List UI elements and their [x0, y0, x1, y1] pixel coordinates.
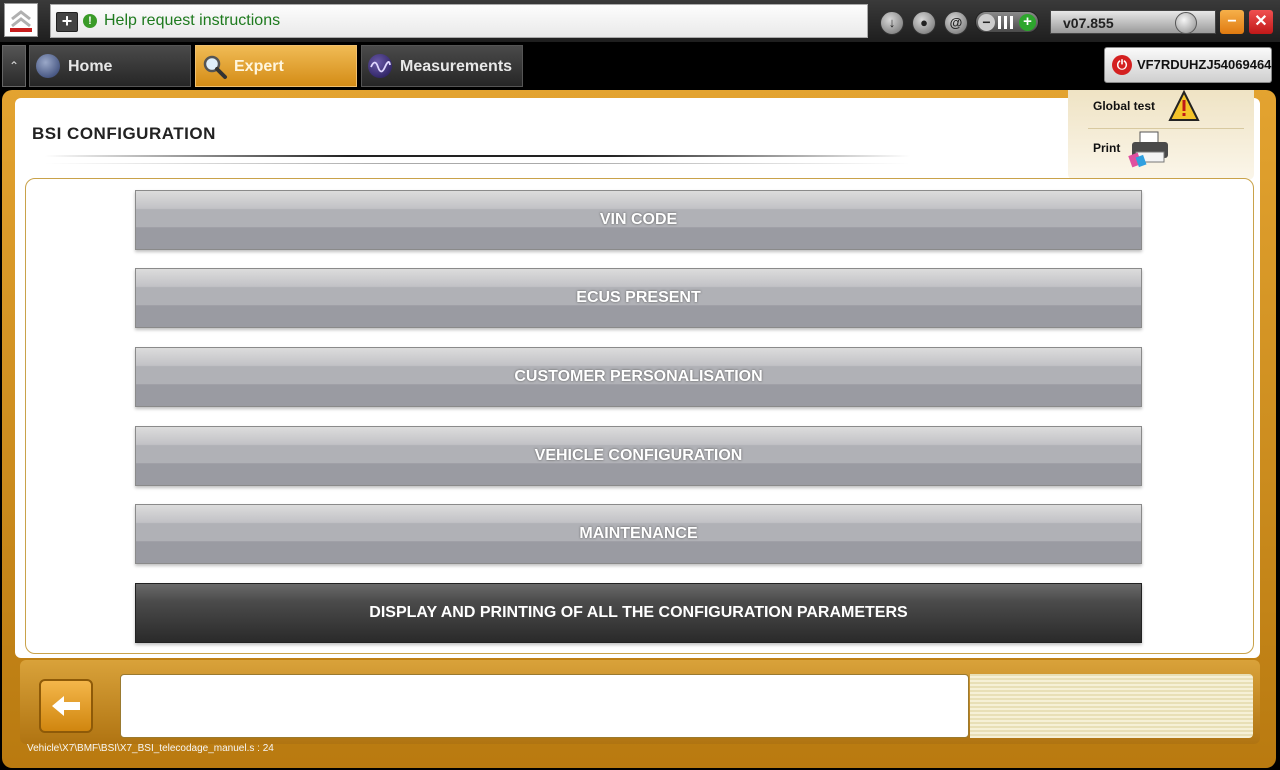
help-request-bar[interactable]: + ! Help request instructions — [50, 4, 868, 38]
menu-ecus-present-button[interactable]: ECUS PRESENT — [135, 268, 1142, 328]
menu-display-printing-button[interactable]: DISPLAY AND PRINTING OF ALL THE CONFIGUR… — [135, 583, 1142, 643]
help-request-text: Help request instructions — [104, 12, 281, 29]
title-divider-secondary — [45, 163, 910, 164]
waveform-icon — [368, 54, 392, 78]
citroen-logo-icon — [4, 3, 38, 37]
minimize-button[interactable]: − — [1220, 10, 1244, 34]
version-text: v07.855 — [1063, 15, 1114, 31]
title-divider — [45, 155, 910, 157]
tab-home-label: Home — [68, 58, 113, 75]
tab-bar: ⌃ Home Expert Measurements ⏻ VF7RDUHZJ54… — [0, 42, 1280, 90]
tab-home[interactable]: Home — [29, 45, 191, 87]
plus-icon[interactable]: + — [56, 12, 78, 32]
download-icon[interactable]: ↓ — [880, 11, 904, 35]
menu-item-label: VIN CODE — [599, 211, 678, 228]
print-button[interactable]: Print — [1093, 141, 1120, 155]
version-display: v07.855 — [1050, 10, 1216, 34]
vin-number: VF7RDUHZJ54069464 — [1137, 57, 1272, 72]
info-icon: ! — [83, 14, 97, 28]
menu-item-label: VEHICLE CONFIGURATION — [534, 447, 743, 464]
at-icon[interactable]: @ — [944, 11, 968, 35]
menu-vehicle-configuration-button[interactable]: VEHICLE CONFIGURATION — [135, 426, 1142, 486]
menu-item-label: ECUS PRESENT — [576, 289, 701, 306]
close-button[interactable]: ✕ — [1249, 10, 1273, 34]
volume-up-icon[interactable]: + — [1019, 14, 1036, 31]
volume-level-icon — [998, 16, 1016, 29]
collapse-tabs-button[interactable]: ⌃ — [2, 45, 26, 87]
volume-down-icon[interactable]: − — [978, 14, 995, 31]
global-test-button[interactable]: Global test — [1093, 99, 1155, 113]
tab-expert-label: Expert — [234, 58, 284, 75]
power-icon[interactable]: ⏻ — [1112, 55, 1132, 75]
page-title: BSI CONFIGURATION — [32, 124, 216, 143]
volume-control[interactable]: − + — [975, 11, 1039, 33]
side-actions-divider — [1088, 128, 1244, 129]
back-arrow-icon — [52, 696, 80, 716]
tab-measurements-label: Measurements — [400, 58, 513, 75]
message-side-panel — [970, 674, 1253, 738]
printer-icon[interactable] — [1128, 130, 1172, 173]
message-area — [120, 674, 969, 738]
back-button[interactable] — [39, 679, 93, 733]
script-path: Vehicle\X7\BMF\BSI\X7_BSI_telecodage_man… — [27, 743, 274, 754]
menu-item-label: MAINTENANCE — [579, 525, 698, 542]
title-bar: + ! Help request instructions ↓ ● @ − + … — [0, 0, 1280, 42]
side-actions-panel: Global test Print — [1068, 89, 1254, 180]
user-icon[interactable]: ● — [912, 11, 936, 35]
menu-item-label: CUSTOMER PERSONALISATION — [514, 368, 763, 385]
menu-maintenance-button[interactable]: MAINTENANCE — [135, 504, 1142, 564]
magnifier-icon — [202, 54, 227, 79]
tab-expert[interactable]: Expert — [195, 45, 357, 87]
vehicle-vin-badge[interactable]: ⏻ VF7RDUHZJ54069464 — [1104, 47, 1272, 83]
home-gauge-icon — [36, 54, 60, 78]
tab-measurements[interactable]: Measurements — [361, 45, 523, 87]
warning-icon[interactable] — [1166, 89, 1202, 127]
menu-vin-code-button[interactable]: VIN CODE — [135, 190, 1142, 250]
menu-customer-personalisation-button[interactable]: CUSTOMER PERSONALISATION — [135, 347, 1142, 407]
knob-icon[interactable] — [1175, 12, 1197, 34]
menu-item-label: DISPLAY AND PRINTING OF ALL THE CONFIGUR… — [369, 604, 908, 621]
